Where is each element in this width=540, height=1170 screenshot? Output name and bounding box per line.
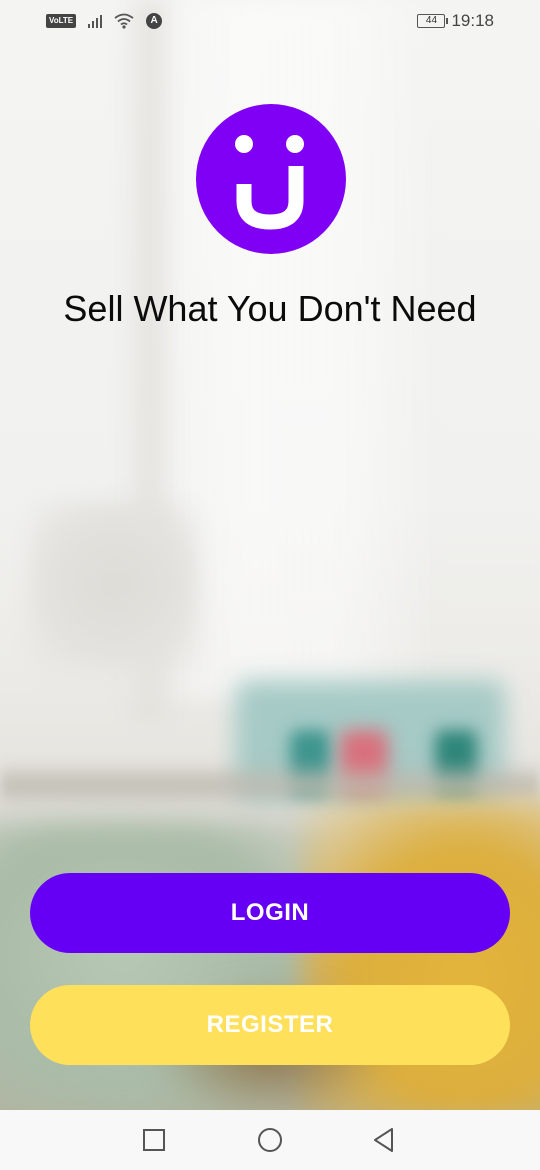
- volte-icon: VoLTE: [46, 14, 77, 28]
- battery-icon: 44: [417, 14, 449, 28]
- tagline: Sell What You Don't Need: [63, 288, 477, 329]
- status-bar: VoLTE A 44 19:18: [0, 0, 540, 44]
- smiley-j-logo-icon: [196, 104, 346, 254]
- home-icon[interactable]: [256, 1126, 284, 1154]
- recent-apps-icon[interactable]: [140, 1126, 168, 1154]
- data-saver-icon: A: [146, 13, 163, 29]
- back-icon[interactable]: [370, 1126, 398, 1154]
- welcome-screen: VoLTE A 44 19:18 Sell What You Don't Nee…: [0, 0, 540, 1170]
- signal-icon: [88, 14, 103, 28]
- register-button[interactable]: REGISTER: [30, 985, 510, 1065]
- wifi-icon: [114, 13, 134, 29]
- navigation-bar: [0, 1110, 540, 1170]
- status-time: 19:18: [451, 11, 494, 30]
- login-button[interactable]: LOGIN: [30, 873, 510, 953]
